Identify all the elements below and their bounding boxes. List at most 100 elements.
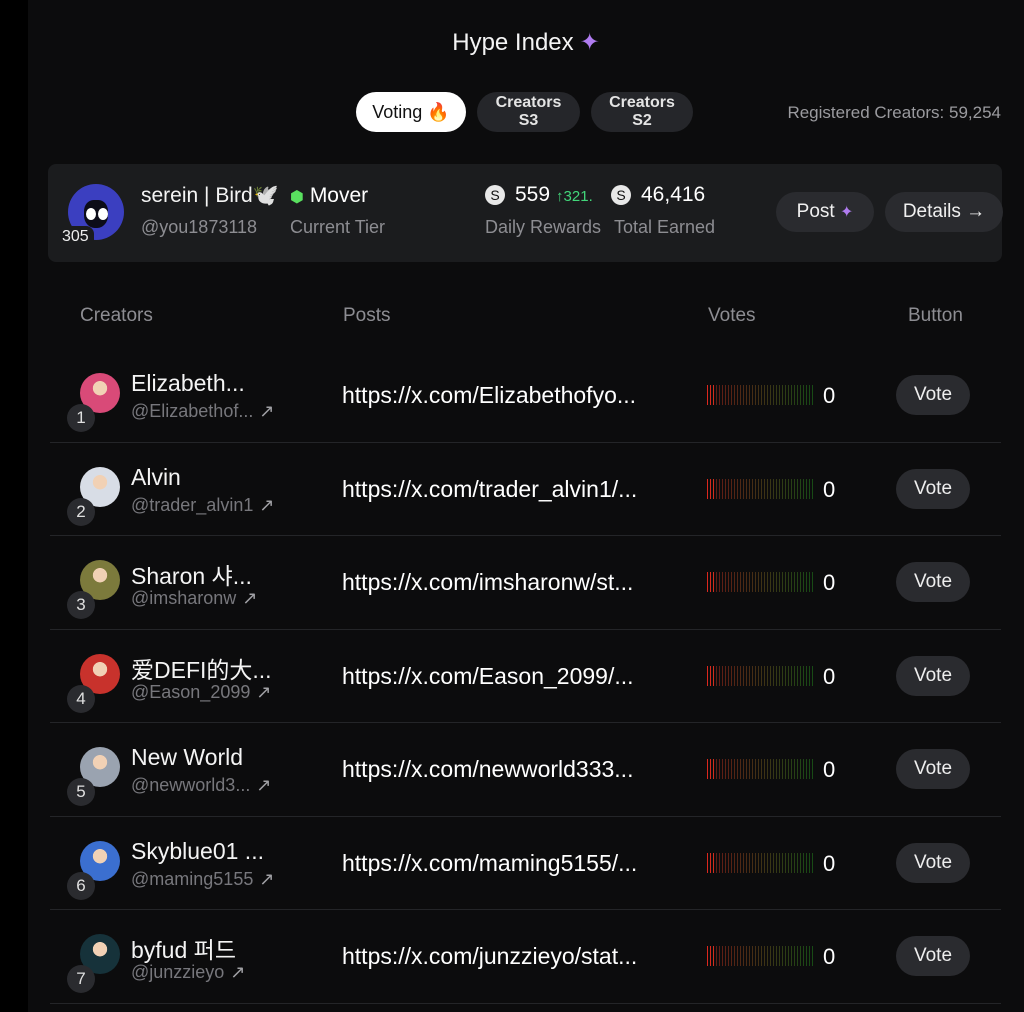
rank-badge: 4	[67, 684, 95, 713]
vote-meter-tick	[767, 852, 768, 873]
vote-meter-tick	[752, 759, 753, 779]
vote-meter-tick	[776, 665, 777, 686]
vote-meter-tick	[761, 572, 762, 592]
vote-meter-tick	[758, 665, 759, 686]
column-header-posts: Posts	[343, 305, 391, 326]
vote-meter-tick	[794, 385, 795, 405]
tab-creators-s3[interactable]: Creators S3	[477, 92, 580, 132]
vote-meter-tick	[752, 946, 753, 966]
vote-meter-tick	[752, 852, 753, 873]
vote-meter-tick	[761, 759, 762, 779]
tab-voting[interactable]: Voting 🔥	[356, 92, 466, 132]
vote-meter-tick	[767, 572, 768, 592]
vote-meter-tick	[716, 759, 717, 779]
rank-badge: 1	[67, 404, 95, 432]
vote-meter-tick	[797, 946, 798, 966]
vote-meter-tick	[767, 478, 768, 499]
table-row: 2 Alvin @trader_alvin1 ↗ https://x.com/tr…	[50, 443, 1001, 536]
vote-meter-tick	[803, 946, 804, 966]
vote-meter-tick	[758, 572, 759, 592]
vote-meter	[707, 852, 813, 873]
creator-handle[interactable]: @junzzieyo ↗	[131, 962, 245, 983]
creator-handle[interactable]: @trader_alvin1 ↗	[131, 495, 274, 516]
vote-meter-tick	[755, 946, 756, 966]
creator-handle[interactable]: @Elizabethof... ↗	[131, 401, 274, 422]
vote-meter-tick	[803, 759, 804, 779]
external-link-icon[interactable]: ↗	[259, 869, 274, 889]
vote-meter-tick	[746, 665, 747, 686]
vote-button[interactable]: Vote	[896, 842, 970, 883]
post-link[interactable]: https://x.com/junzzieyo/stat...	[342, 943, 637, 970]
external-link-icon[interactable]: ↗	[256, 775, 271, 795]
vote-meter-tick	[773, 759, 774, 779]
external-link-icon[interactable]: ↗	[230, 962, 245, 982]
vote-meter-tick	[806, 852, 807, 873]
vote-meter-tick	[776, 759, 777, 779]
post-link[interactable]: https://x.com/trader_alvin1/...	[342, 476, 637, 503]
vote-meter-tick	[770, 759, 771, 779]
vote-meter-tick	[767, 665, 768, 686]
vote-meter-tick	[785, 852, 786, 873]
vote-meter-tick	[779, 946, 780, 966]
vote-button[interactable]: Vote	[896, 468, 970, 509]
external-link-icon[interactable]: ↗	[259, 495, 274, 515]
vote-meter-tick	[719, 759, 720, 779]
vote-button[interactable]: Vote	[896, 936, 970, 976]
vote-meter-tick	[731, 665, 732, 686]
vote-meter-tick	[800, 385, 801, 405]
vote-meter-tick	[734, 759, 735, 779]
rank-badge: 3	[67, 591, 95, 619]
vote-meter-tick	[746, 852, 747, 873]
vote-meter-tick	[710, 385, 711, 405]
external-link-icon[interactable]: ↗	[259, 401, 274, 421]
creator-handle[interactable]: @maming5155 ↗	[131, 869, 274, 890]
vote-meter-tick	[719, 478, 720, 499]
vote-meter-tick	[710, 572, 711, 592]
vote-meter	[707, 665, 813, 686]
total-earned-label: Total Earned	[614, 217, 716, 237]
post-link[interactable]: https://x.com/Elizabethofyo...	[342, 382, 636, 409]
vote-meter-tick	[800, 759, 801, 779]
creator-handle[interactable]: @imsharonw ↗	[131, 588, 257, 609]
creator-handle[interactable]: @Eason_2099 ↗	[131, 682, 271, 703]
vote-meter-tick	[710, 759, 711, 779]
vote-meter-tick	[776, 385, 777, 405]
external-link-icon[interactable]: ↗	[256, 682, 271, 702]
creator-handle[interactable]: @newworld3... ↗	[131, 775, 271, 796]
table-row: 4 爱DEFI的大... @Eason_2099 ↗ https://x.com/…	[50, 630, 1001, 723]
vote-button[interactable]: Vote	[896, 749, 970, 789]
vote-meter-tick	[743, 852, 744, 873]
post-link[interactable]: https://x.com/imsharonw/st...	[342, 569, 633, 596]
details-button[interactable]: Details →	[885, 192, 1003, 232]
external-link-icon[interactable]: ↗	[242, 588, 257, 608]
vote-button[interactable]: Vote	[896, 655, 970, 696]
vote-meter-tick	[740, 946, 741, 966]
vote-meter-tick	[737, 478, 738, 499]
vote-meter-tick	[782, 665, 783, 686]
vote-meter-tick	[770, 385, 771, 405]
vote-meter-tick	[740, 759, 741, 779]
vote-count: 0	[823, 383, 836, 408]
vote-meter-tick	[752, 478, 753, 499]
current-tier: ⬢ Mover	[290, 184, 369, 207]
vote-button[interactable]: Vote	[896, 562, 970, 602]
vote-meter-tick	[755, 852, 756, 873]
vote-meter-tick	[794, 665, 795, 686]
vote-meter-tick	[722, 478, 723, 499]
vote-meter-tick	[800, 572, 801, 592]
vote-meter-tick	[806, 385, 807, 405]
post-link[interactable]: https://x.com/newworld333...	[342, 756, 633, 783]
vote-meter-tick	[773, 478, 774, 499]
table-row: 5 New World @newworld3... ↗ https://x.com…	[50, 723, 1001, 817]
post-button[interactable]: Post ✦	[776, 192, 874, 232]
vote-meter-tick	[713, 946, 714, 966]
vote-meter-tick	[782, 759, 783, 779]
vote-button[interactable]: Vote	[896, 375, 970, 415]
tab-creators-s2[interactable]: Creators S2	[591, 92, 693, 132]
vote-meter-tick	[779, 852, 780, 873]
vote-meter-tick	[776, 946, 777, 966]
post-link[interactable]: https://x.com/Eason_2099/...	[342, 663, 634, 690]
post-link[interactable]: https://x.com/maming5155/...	[342, 850, 637, 877]
vote-meter-tick	[728, 852, 729, 873]
vote-meter-tick	[761, 946, 762, 966]
